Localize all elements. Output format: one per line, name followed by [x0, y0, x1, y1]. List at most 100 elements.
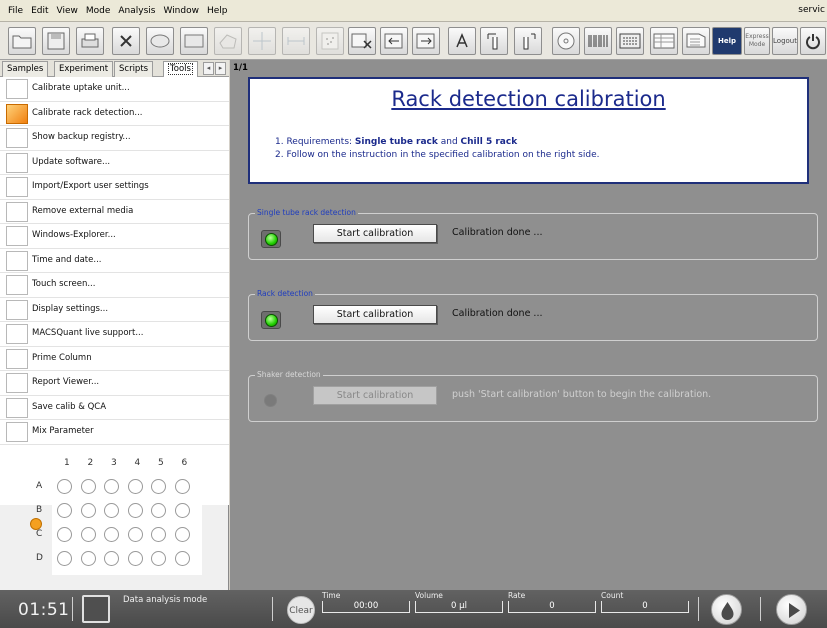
plate-well[interactable]	[80, 527, 96, 542]
menu-analysis[interactable]: Analysis	[114, 6, 159, 16]
save-button[interactable]	[42, 27, 70, 55]
plate-well[interactable]	[151, 503, 166, 518]
plate-well[interactable]	[104, 503, 119, 518]
text-button[interactable]	[448, 27, 476, 55]
plate-well[interactable]	[57, 551, 72, 566]
tab-samples[interactable]: Samples	[2, 61, 49, 77]
keypad-button[interactable]	[616, 27, 644, 55]
tool-item-icon	[6, 103, 28, 124]
quadrant-gate-button[interactable]	[248, 27, 276, 55]
tool-item[interactable]: MACSQuant live support...	[0, 322, 229, 347]
start-calibration-button[interactable]: Start calibration	[313, 224, 437, 243]
plate-well[interactable]	[80, 479, 96, 494]
folder-icon	[12, 35, 32, 49]
cd-button[interactable]	[552, 27, 580, 55]
tool-item-icon	[6, 422, 28, 442]
interval-gate-button[interactable]	[282, 27, 310, 55]
instruction-1-bold-2: Chill 5 rack	[460, 137, 518, 147]
plate-well[interactable]	[174, 503, 190, 518]
plate-well[interactable]	[80, 551, 96, 566]
export-button[interactable]	[412, 27, 440, 55]
tool-item[interactable]: Update software...	[0, 151, 229, 175]
tool-item[interactable]: Show backup registry...	[0, 126, 229, 151]
tool-item[interactable]: Windows-Explorer...	[0, 224, 229, 249]
print-button[interactable]	[76, 27, 104, 55]
plate-well[interactable]	[151, 479, 166, 494]
tab-scroll-right[interactable]: ▸	[215, 62, 226, 75]
tool-item[interactable]: Touch screen...	[0, 273, 229, 298]
open-folder-button[interactable]	[8, 27, 36, 55]
play-icon	[789, 603, 800, 618]
tool-item[interactable]: Save calib & QCA	[0, 396, 229, 420]
led-off-dot	[264, 394, 277, 407]
logout-button[interactable]: Logout	[772, 27, 798, 55]
disc-icon	[557, 32, 575, 50]
clear-button[interactable]: Clear	[287, 596, 315, 624]
rate-label: Rate	[508, 591, 526, 600]
mode-indicator	[82, 595, 110, 623]
drop-icon	[721, 602, 734, 620]
shaker-detection-group: Shaker detection Start calibration push …	[248, 370, 818, 422]
plate-well[interactable]	[151, 551, 166, 566]
tube-eject-button[interactable]	[514, 27, 542, 55]
tool-item[interactable]: Display settings...	[0, 298, 229, 322]
plate-well[interactable]	[174, 551, 190, 566]
main-area: 1/1 Rack detection calibration 1. Requir…	[230, 60, 827, 590]
ellipse-gate-button[interactable]	[146, 27, 174, 55]
plate-well[interactable]	[174, 479, 190, 494]
barcode-button[interactable]	[584, 27, 612, 55]
polygon-gate-button[interactable]	[214, 27, 242, 55]
tab-scroll-left[interactable]: ◂	[203, 62, 214, 75]
express-mode-button[interactable]: Express Mode	[744, 27, 770, 55]
rectangle-gate-button[interactable]	[180, 27, 208, 55]
polygon-icon	[219, 34, 237, 49]
report-button[interactable]	[682, 27, 710, 55]
power-button[interactable]	[800, 27, 826, 55]
tool-item-icon	[6, 79, 28, 99]
plate-well[interactable]	[127, 503, 143, 518]
menu-window[interactable]: Window	[159, 6, 203, 16]
count-label: Count	[601, 591, 624, 600]
plate-well[interactable]	[80, 503, 96, 518]
menu-mode[interactable]: Mode	[82, 6, 115, 16]
start-calibration-button[interactable]: Start calibration	[313, 386, 437, 405]
plate-well[interactable]	[127, 551, 143, 566]
tool-item[interactable]: Prime Column	[0, 347, 229, 371]
plate-well[interactable]	[104, 479, 119, 494]
drop-button[interactable]	[711, 594, 742, 625]
tool-item-icon	[6, 348, 28, 369]
menu-view[interactable]: View	[53, 6, 82, 16]
remove-plot-button[interactable]	[348, 27, 376, 55]
tool-item[interactable]: Calibrate rack detection...	[0, 102, 229, 126]
tube-button[interactable]	[480, 27, 508, 55]
tool-item[interactable]: Report Viewer...	[0, 371, 229, 396]
plate-well[interactable]	[174, 527, 190, 542]
menu-edit[interactable]: Edit	[27, 6, 52, 16]
plate-well[interactable]	[127, 527, 143, 542]
plate-well[interactable]	[151, 527, 166, 542]
plate-well[interactable]	[57, 527, 72, 542]
plate-well[interactable]	[127, 479, 143, 494]
start-calibration-button[interactable]: Start calibration	[313, 305, 437, 324]
plate-well[interactable]	[104, 527, 119, 542]
tool-item[interactable]: Remove external media	[0, 200, 229, 224]
menu-file[interactable]: File	[4, 6, 27, 16]
play-button[interactable]	[776, 594, 807, 625]
plate-well[interactable]	[57, 479, 72, 494]
menu-help[interactable]: Help	[203, 6, 232, 16]
dot-plot-button[interactable]	[316, 27, 344, 55]
tool-item[interactable]: Import/Export user settings	[0, 175, 229, 200]
plate-well[interactable]	[104, 551, 119, 566]
delete-gate-button[interactable]	[112, 27, 140, 55]
tool-item[interactable]: Time and date...	[0, 249, 229, 273]
tab-scripts[interactable]: Scripts	[114, 61, 154, 77]
save-icon	[47, 32, 65, 50]
plate-well[interactable]	[57, 503, 72, 518]
tab-tools[interactable]: Tools	[163, 61, 198, 78]
tool-item[interactable]: Mix Parameter	[0, 420, 229, 445]
tool-item[interactable]: Calibrate uptake unit...	[0, 77, 229, 102]
tab-experiment[interactable]: Experiment	[54, 61, 114, 77]
table-button[interactable]	[650, 27, 678, 55]
help-button[interactable]: Help	[712, 27, 742, 55]
import-button[interactable]	[380, 27, 408, 55]
